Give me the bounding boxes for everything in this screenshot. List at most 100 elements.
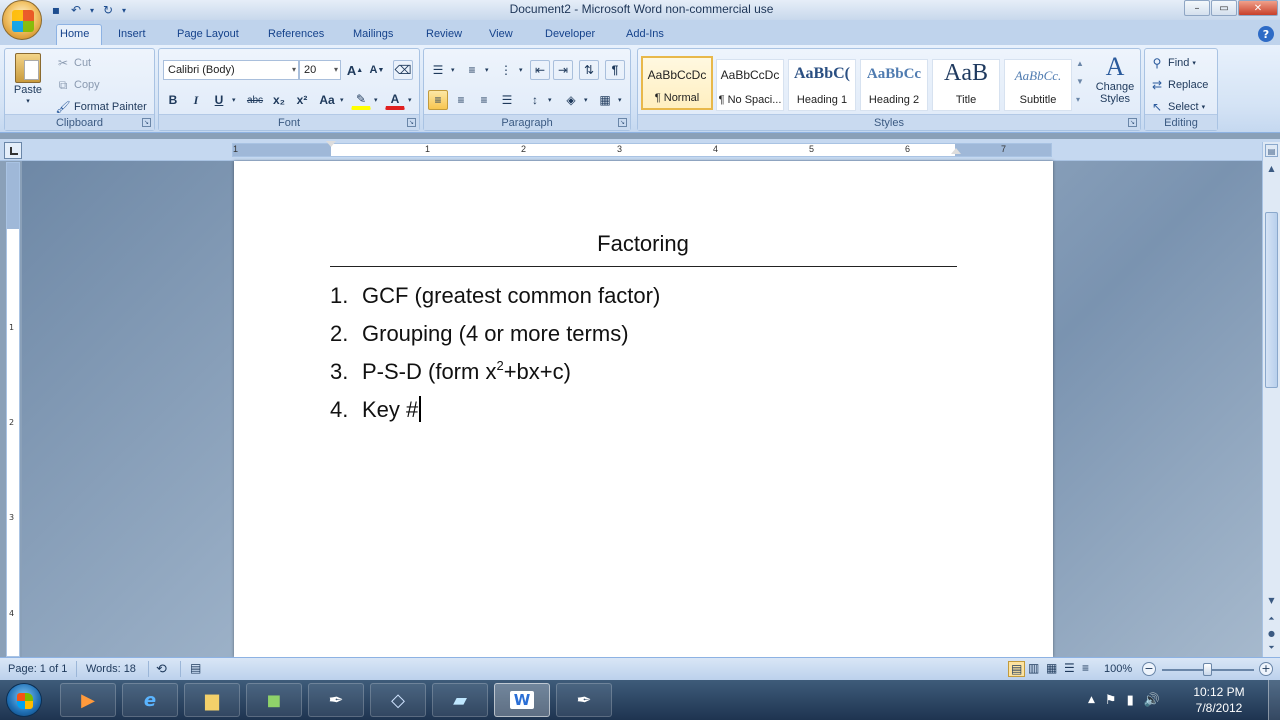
tab-add-ins[interactable]: Add-Ins	[626, 28, 664, 40]
vertical-ruler[interactable]: 1 2 3 4	[6, 162, 20, 657]
office-button[interactable]	[2, 0, 42, 40]
maximize-button[interactable]: ▭	[1211, 0, 1237, 16]
zoom-slider-thumb[interactable]	[1203, 663, 1212, 676]
align-right-button[interactable]: ≡	[474, 90, 494, 110]
show-hidden-icons-icon[interactable]: ▲	[1088, 695, 1095, 705]
increase-indent-button[interactable]: ⇥	[553, 60, 573, 80]
scroll-down-icon[interactable]: ▼	[1265, 594, 1278, 607]
word-count[interactable]: Words: 18	[86, 663, 136, 675]
change-styles-button[interactable]: A Change Styles	[1090, 53, 1140, 106]
taskbar-app-6[interactable]: ◇	[370, 683, 426, 717]
tab-selector-icon[interactable]	[4, 142, 22, 159]
strikethrough-button[interactable]: abc	[245, 90, 265, 110]
scroll-up-icon[interactable]: ▲	[1265, 162, 1278, 175]
full-screen-reading-icon[interactable]: ▥	[1028, 661, 1039, 675]
macro-record-icon[interactable]: ▤	[190, 661, 201, 675]
tab-page-layout[interactable]: Page Layout	[177, 28, 239, 40]
zoom-in-icon[interactable]: +	[1259, 662, 1273, 676]
clipboard-launcher-icon[interactable]: ↘	[142, 118, 151, 127]
volume-icon[interactable]: 🔊	[1144, 693, 1160, 708]
cut-button[interactable]: ✂ Cut	[55, 55, 91, 71]
taskbar-internet-explorer[interactable]: e	[122, 683, 178, 717]
style-normal[interactable]: AaBbCcDc ¶ Normal	[641, 56, 713, 110]
style-heading-2[interactable]: AaBbCc Heading 2	[860, 59, 928, 111]
styles-scroll-up[interactable]: ▲	[1076, 59, 1084, 68]
paste-button[interactable]: Paste ▾	[11, 53, 45, 105]
tab-mailings[interactable]: Mailings	[353, 28, 393, 40]
start-button[interactable]	[6, 683, 42, 717]
superscript-button[interactable]: x²	[292, 90, 312, 110]
print-layout-icon[interactable]: ▤	[1008, 661, 1026, 677]
style-title[interactable]: AaB Title	[932, 59, 1000, 111]
right-indent-marker[interactable]	[951, 148, 961, 154]
replace-button[interactable]: ⇄ Replace	[1149, 77, 1208, 93]
clock[interactable]: 10:12 PM 7/8/2012	[1186, 684, 1252, 716]
styles-more[interactable]: ▾	[1076, 95, 1080, 104]
taskbar-word[interactable]: W	[494, 683, 550, 717]
zoom-level[interactable]: 100%	[1104, 663, 1132, 675]
select-button[interactable]: ↖ Select ▾	[1149, 99, 1205, 115]
numbering-button[interactable]: ≡ ▾	[462, 60, 488, 80]
close-button[interactable]: ✕	[1238, 0, 1278, 16]
bold-button[interactable]: B	[163, 90, 183, 110]
align-left-button[interactable]: ≡	[428, 90, 448, 110]
shading-button[interactable]: ◈ ▾	[561, 90, 587, 110]
vertical-scrollbar[interactable]: ▤ ▲ ▼ ⏶ ● ⏷	[1262, 142, 1280, 657]
styles-launcher-icon[interactable]: ↘	[1128, 118, 1137, 127]
font-size-combo[interactable]: 20 ▾	[299, 60, 341, 80]
next-page-icon[interactable]: ⏷	[1265, 641, 1278, 654]
font-color-button[interactable]: A ▾	[385, 90, 412, 110]
tab-view[interactable]: View	[489, 28, 513, 40]
previous-page-icon[interactable]: ⏶	[1265, 612, 1278, 625]
page-count[interactable]: Page: 1 of 1	[8, 663, 67, 675]
find-button[interactable]: ⚲ Find ▾	[1149, 55, 1196, 71]
select-browse-object-icon[interactable]: ●	[1265, 627, 1278, 640]
action-center-icon[interactable]: ⚑	[1105, 693, 1117, 708]
taskbar-media-player[interactable]: ▶	[60, 683, 116, 717]
tab-review[interactable]: Review	[426, 28, 462, 40]
view-ruler-icon[interactable]: ▤	[1265, 144, 1278, 157]
taskbar-app-5[interactable]: ✒	[308, 683, 364, 717]
show-desktop-button[interactable]	[1268, 680, 1280, 720]
scroll-thumb[interactable]	[1265, 212, 1278, 388]
multilevel-list-button[interactable]: ⋮ ▾	[496, 60, 523, 80]
underline-button[interactable]: U ▾	[209, 90, 236, 110]
font-family-combo[interactable]: Calibri (Body) ▾	[163, 60, 299, 80]
decrease-indent-button[interactable]: ⇤	[530, 60, 550, 80]
first-line-indent-marker[interactable]	[326, 141, 336, 147]
justify-button[interactable]: ☰	[497, 90, 517, 110]
document-page[interactable]: Factoring 1. GCF (greatest common factor)…	[234, 161, 1053, 657]
taskbar-app-7[interactable]: ▰	[432, 683, 488, 717]
highlight-button[interactable]: ✎ ▾	[351, 90, 378, 110]
taskbar-camtasia[interactable]: ◼	[246, 683, 302, 717]
tab-home[interactable]: Home	[60, 28, 89, 40]
line-spacing-button[interactable]: ↕ ▾	[525, 90, 552, 110]
paragraph-launcher-icon[interactable]: ↘	[618, 118, 627, 127]
style-subtitle[interactable]: AaBbCc. Subtitle	[1004, 59, 1072, 111]
proofing-icon[interactable]: ⟲	[156, 661, 167, 677]
change-case-button[interactable]: Aa ▾	[317, 90, 343, 110]
clear-formatting-button[interactable]: ⌫	[393, 60, 413, 80]
show-formatting-button[interactable]: ¶	[605, 60, 625, 80]
subscript-button[interactable]: x₂	[269, 90, 289, 110]
style-heading-1[interactable]: AaBbC( Heading 1	[788, 59, 856, 111]
outline-icon[interactable]: ☰	[1064, 661, 1075, 675]
shrink-font-button[interactable]: A ▼	[367, 60, 387, 80]
grow-font-button[interactable]: A ▲	[345, 60, 365, 80]
italic-button[interactable]: I	[186, 90, 206, 110]
bullets-button[interactable]: ☰ ▾	[428, 60, 455, 80]
network-status-icon[interactable]: ▮	[1127, 693, 1134, 708]
tab-insert[interactable]: Insert	[118, 28, 146, 40]
font-launcher-icon[interactable]: ↘	[407, 118, 416, 127]
align-center-button[interactable]: ≡	[451, 90, 471, 110]
minimize-button[interactable]: –	[1184, 0, 1210, 16]
copy-button[interactable]: ⧉ Copy	[55, 77, 100, 93]
horizontal-ruler[interactable]: 1 1 2 3 4 5 6 7	[232, 141, 1052, 157]
format-painter-button[interactable]: 🖌 Format Painter	[55, 99, 146, 115]
draft-icon[interactable]: ≡	[1082, 661, 1089, 675]
tab-references[interactable]: References	[268, 28, 324, 40]
styles-scroll-down[interactable]: ▼	[1076, 77, 1084, 86]
zoom-out-icon[interactable]: −	[1142, 662, 1156, 676]
style-no-spacing[interactable]: AaBbCcDc ¶ No Spaci...	[716, 59, 784, 111]
help-icon[interactable]: ?	[1258, 26, 1274, 42]
